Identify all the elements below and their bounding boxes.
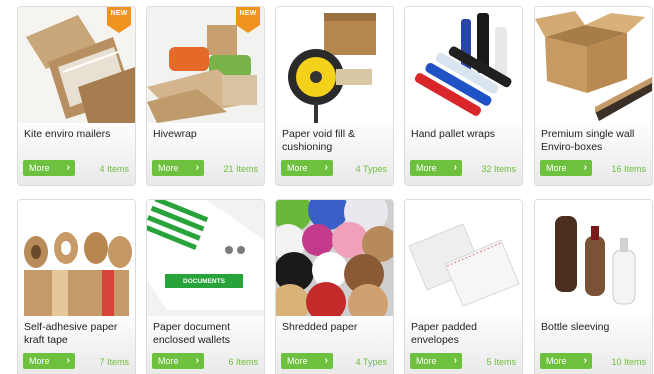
more-button-label: More xyxy=(158,163,179,173)
item-count: 21 Items xyxy=(223,164,258,174)
more-button[interactable]: More › xyxy=(23,160,75,176)
more-button-label: More xyxy=(29,163,50,173)
more-button-label: More xyxy=(546,356,567,366)
chevron-right-icon: › xyxy=(453,355,457,366)
product-card-paper-void-fill[interactable]: Paper void fill & cushioning More › 4 Ty… xyxy=(275,6,394,186)
more-button[interactable]: More › xyxy=(23,353,75,369)
product-title[interactable]: Paper document enclosed wallets xyxy=(153,321,261,347)
product-image-bottle-sleeving[interactable] xyxy=(535,200,652,316)
item-count: 4 Types xyxy=(355,357,387,367)
chevron-right-icon: › xyxy=(195,162,199,173)
product-card-enviro-boxes[interactable]: Premium single wall Enviro-boxes More › … xyxy=(534,6,653,186)
product-image-enviro-boxes[interactable] xyxy=(535,7,652,123)
more-button[interactable]: More › xyxy=(152,353,204,369)
new-badge-label: NEW xyxy=(110,10,128,17)
more-button[interactable]: More › xyxy=(410,353,462,369)
more-button-label: More xyxy=(546,163,567,173)
item-count: 32 Items xyxy=(481,164,516,174)
new-badge-label: NEW xyxy=(239,10,257,17)
item-count: 5 Items xyxy=(486,357,516,367)
more-button-label: More xyxy=(287,163,308,173)
more-button-label: More xyxy=(158,356,179,366)
product-title[interactable]: Hivewrap xyxy=(153,128,261,141)
product-title[interactable]: Bottle sleeving xyxy=(541,321,649,334)
more-button[interactable]: More › xyxy=(540,353,592,369)
chevron-right-icon: › xyxy=(324,162,328,173)
product-title[interactable]: Paper padded envelopes xyxy=(411,321,519,347)
more-button[interactable]: More › xyxy=(152,160,204,176)
new-badge: NEW xyxy=(107,7,131,33)
product-card-hand-pallet-wraps[interactable]: Hand pallet wraps More › 32 Items xyxy=(404,6,523,186)
item-count: 4 Types xyxy=(355,164,387,174)
product-card-bottle-sleeving[interactable]: Bottle sleeving More › 10 Items xyxy=(534,199,653,374)
product-title[interactable]: Hand pallet wraps xyxy=(411,128,519,141)
more-button-label: More xyxy=(416,163,437,173)
more-button-label: More xyxy=(287,356,308,366)
product-card-document-wallets[interactable]: DOCUMENTS ENCLOSED Paper document enclos… xyxy=(146,199,265,374)
item-count: 4 Items xyxy=(99,164,129,174)
more-button[interactable]: More › xyxy=(281,160,333,176)
product-title[interactable]: Premium single wall Enviro-boxes xyxy=(541,128,649,154)
chevron-right-icon: › xyxy=(583,355,587,366)
chevron-right-icon: › xyxy=(583,162,587,173)
product-image-pallet-wraps[interactable] xyxy=(405,7,522,123)
more-button[interactable]: More › xyxy=(540,160,592,176)
product-title[interactable]: Kite enviro mailers xyxy=(24,128,132,141)
product-image-padded-envelopes[interactable] xyxy=(405,200,522,316)
chevron-right-icon: › xyxy=(66,162,70,173)
product-card-hivewrap[interactable]: NEW Hivewrap More › 21 Items xyxy=(146,6,265,186)
more-button[interactable]: More › xyxy=(410,160,462,176)
item-count: 10 Items xyxy=(611,357,646,367)
product-grid: NEW Kite enviro mailers More › 4 Items N… xyxy=(0,0,654,374)
chevron-right-icon: › xyxy=(324,355,328,366)
item-count: 16 Items xyxy=(611,164,646,174)
product-card-kite-enviro-mailers[interactable]: NEW Kite enviro mailers More › 4 Items xyxy=(17,6,136,186)
product-card-shredded-paper[interactable]: Shredded paper More › 4 Types xyxy=(275,199,394,374)
item-count: 7 Items xyxy=(99,357,129,367)
chevron-right-icon: › xyxy=(195,355,199,366)
doc-wallet-label: DOCUMENTS ENCLOSED xyxy=(183,278,225,298)
product-image-document-wallets[interactable]: DOCUMENTS ENCLOSED xyxy=(147,200,264,316)
product-card-kraft-tape[interactable]: Self-adhesive paper kraft tape More › 7 … xyxy=(17,199,136,374)
product-title[interactable]: Self-adhesive paper kraft tape xyxy=(24,321,132,347)
product-title[interactable]: Paper void fill & cushioning xyxy=(282,128,390,154)
new-badge: NEW xyxy=(236,7,260,33)
item-count: 6 Items xyxy=(228,357,258,367)
product-image-void-fill[interactable] xyxy=(276,7,393,123)
chevron-right-icon: › xyxy=(66,355,70,366)
more-button[interactable]: More › xyxy=(281,353,333,369)
product-card-padded-envelopes[interactable]: Paper padded envelopes More › 5 Items xyxy=(404,199,523,374)
product-image-shredded-paper[interactable] xyxy=(276,200,393,316)
chevron-right-icon: › xyxy=(453,162,457,173)
more-button-label: More xyxy=(416,356,437,366)
product-title[interactable]: Shredded paper xyxy=(282,321,390,334)
product-image-kraft-tape[interactable] xyxy=(18,200,135,316)
more-button-label: More xyxy=(29,356,50,366)
